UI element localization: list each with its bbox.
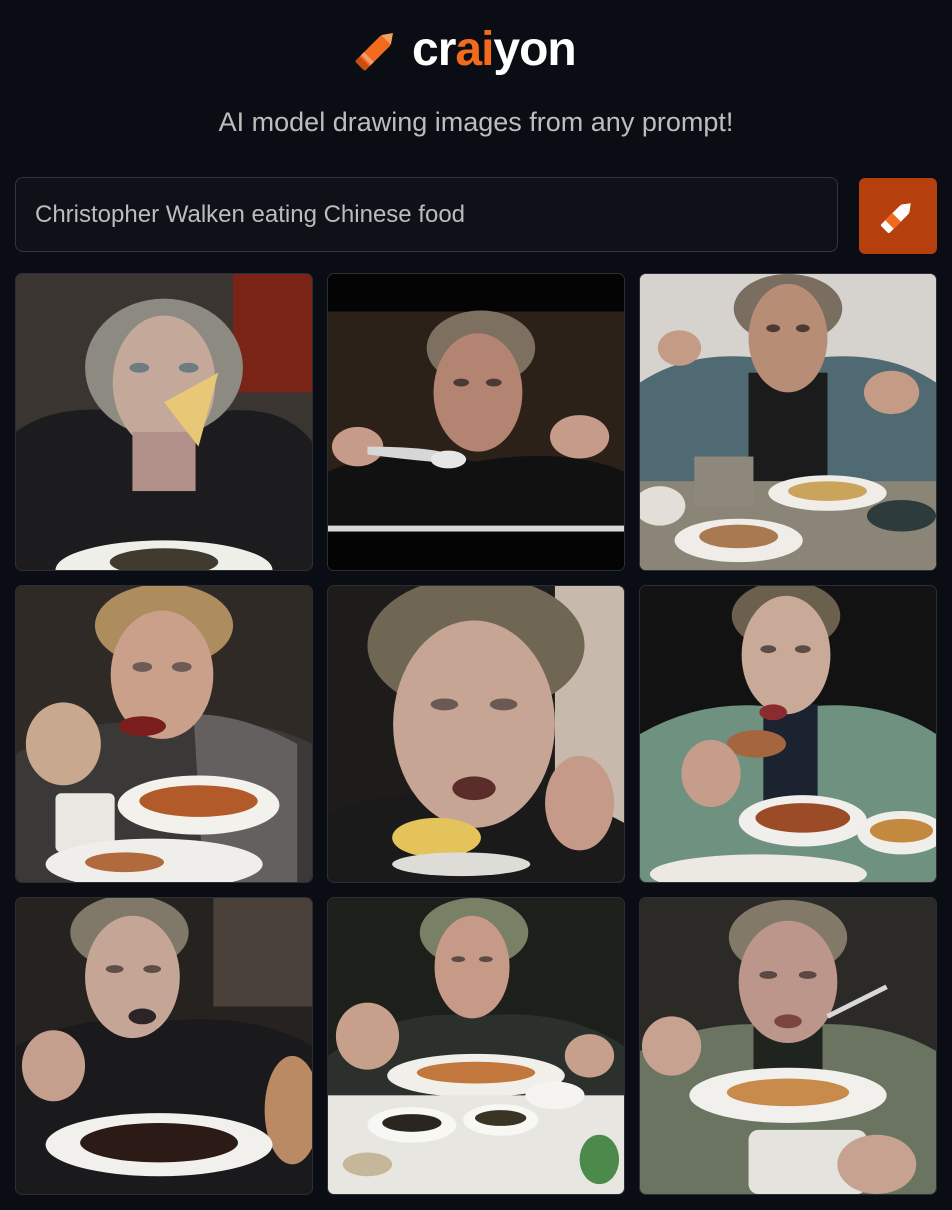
wordmark: craiyon [412,23,577,76]
generated-image-2[interactable] [327,273,625,571]
draw-button[interactable] [859,178,937,254]
generated-image-5[interactable] [327,585,625,883]
generated-image-7[interactable] [15,897,313,1195]
tagline: AI model drawing images from any prompt! [218,107,734,137]
logo[interactable]: craiyon [348,18,577,82]
generated-image-3[interactable] [639,273,937,571]
generated-image-1[interactable] [15,273,313,571]
generated-image-9[interactable] [639,897,937,1195]
generated-image-4[interactable] [15,585,313,883]
crayon-icon [355,33,393,71]
pencil-icon [880,203,911,234]
generated-image-8[interactable] [327,897,625,1195]
generated-image-6[interactable] [639,585,937,883]
prompt-input[interactable]: Christopher Walken eating Chinese food [15,177,838,252]
